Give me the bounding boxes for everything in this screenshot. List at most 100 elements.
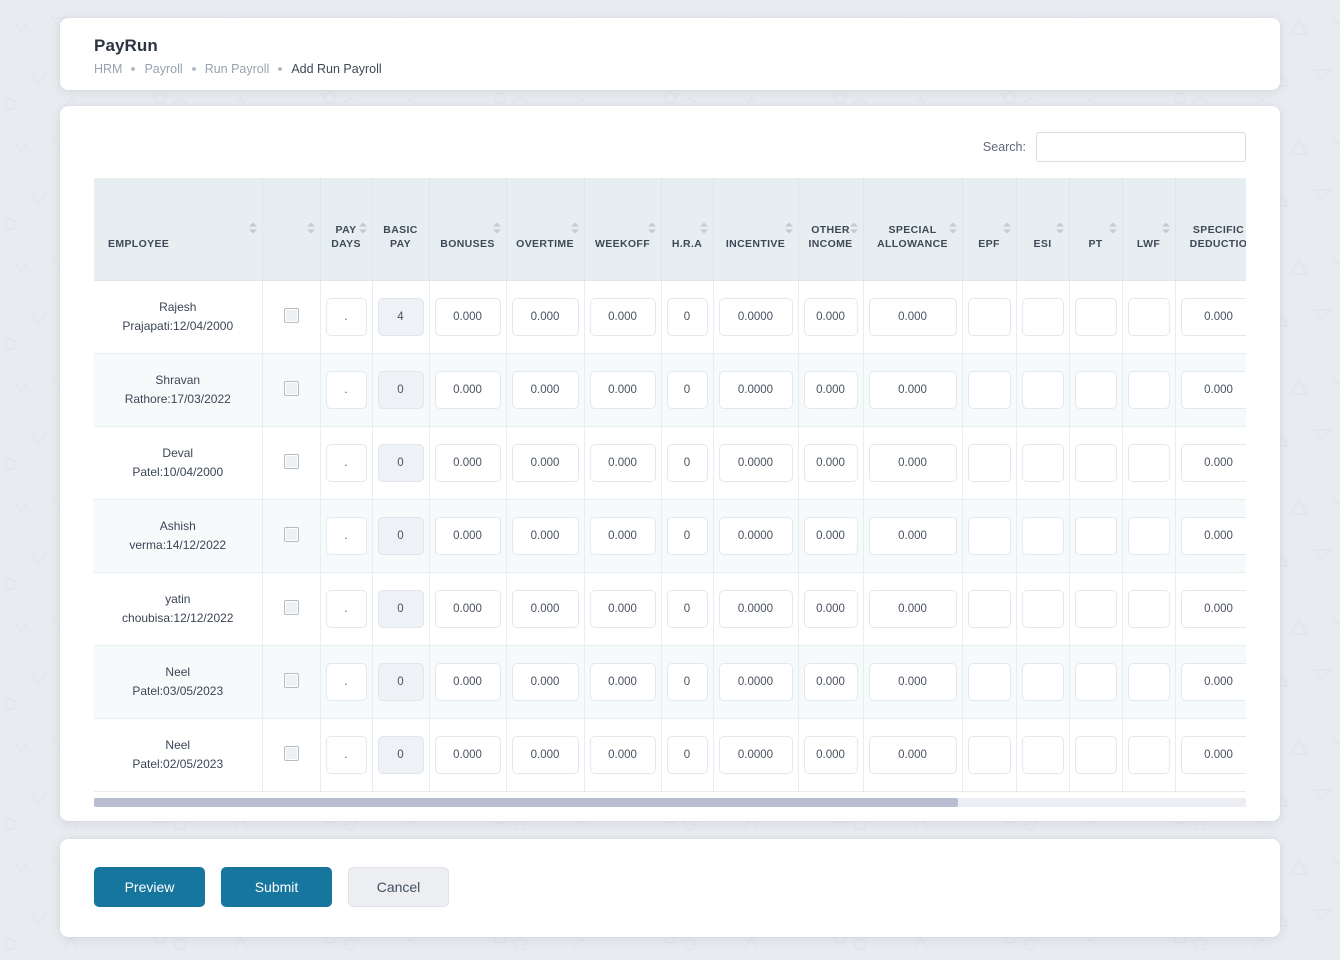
row-select-checkbox[interactable] [284, 746, 299, 761]
input-incentive[interactable] [719, 517, 793, 555]
sort-toggle-icon[interactable] [493, 222, 501, 235]
sort-toggle-icon[interactable] [700, 222, 708, 235]
column-header-lwf[interactable]: LWF [1122, 178, 1175, 280]
column-header-overtime[interactable]: OVERTIME [506, 178, 584, 280]
input-pt[interactable] [1075, 517, 1117, 555]
breadcrumb-item-run-payroll[interactable]: Run Payroll [205, 62, 270, 76]
input-overtime[interactable] [512, 517, 579, 555]
input-special_allowance[interactable] [869, 371, 957, 409]
input-other_income[interactable] [804, 736, 858, 774]
input-hra[interactable] [667, 590, 708, 628]
input-special_allowance[interactable] [869, 298, 957, 336]
input-basic_pay[interactable] [378, 590, 424, 628]
column-header-specific_deduction[interactable]: SPECIFICDEDUCTIO [1175, 178, 1246, 280]
input-specific_deduction[interactable] [1181, 444, 1247, 482]
cancel-button[interactable]: Cancel [348, 867, 449, 907]
input-hra[interactable] [667, 444, 708, 482]
column-header-employee[interactable]: EMPLOYEE [94, 178, 262, 280]
search-input[interactable] [1036, 132, 1246, 162]
input-incentive[interactable] [719, 590, 793, 628]
horizontal-scrollbar-thumb[interactable] [94, 798, 958, 807]
submit-button[interactable]: Submit [221, 867, 332, 907]
input-weekoff[interactable] [590, 517, 656, 555]
column-header-hra[interactable]: H.R.A [661, 178, 713, 280]
column-header-special_allowance[interactable]: SPECIALALLOWANCE [863, 178, 962, 280]
input-other_income[interactable] [804, 517, 858, 555]
input-esi[interactable] [1022, 517, 1064, 555]
input-special_allowance[interactable] [869, 663, 957, 701]
input-overtime[interactable] [512, 736, 579, 774]
input-epf[interactable] [968, 663, 1011, 701]
input-lwf[interactable] [1128, 590, 1170, 628]
sort-toggle-icon[interactable] [307, 222, 315, 235]
input-incentive[interactable] [719, 371, 793, 409]
preview-button[interactable]: Preview [94, 867, 205, 907]
sort-toggle-icon[interactable] [648, 222, 656, 235]
input-overtime[interactable] [512, 371, 579, 409]
input-epf[interactable] [968, 298, 1011, 336]
input-lwf[interactable] [1128, 371, 1170, 409]
input-incentive[interactable] [719, 298, 793, 336]
input-hra[interactable] [667, 663, 708, 701]
row-select-checkbox[interactable] [284, 527, 299, 542]
input-pay_days[interactable] [326, 371, 367, 409]
input-pt[interactable] [1075, 444, 1117, 482]
row-select-checkbox[interactable] [284, 600, 299, 615]
row-select-checkbox[interactable] [284, 381, 299, 396]
input-hra[interactable] [667, 736, 708, 774]
input-weekoff[interactable] [590, 663, 656, 701]
sort-toggle-icon[interactable] [1003, 222, 1011, 235]
input-esi[interactable] [1022, 444, 1064, 482]
input-bonuses[interactable] [435, 736, 501, 774]
column-header-pay_days[interactable]: PAYDAYS [320, 178, 372, 280]
input-special_allowance[interactable] [869, 736, 957, 774]
input-epf[interactable] [968, 444, 1011, 482]
sort-toggle-icon[interactable] [249, 222, 257, 235]
input-incentive[interactable] [719, 663, 793, 701]
input-lwf[interactable] [1128, 663, 1170, 701]
row-select-checkbox[interactable] [284, 673, 299, 688]
sort-toggle-icon[interactable] [785, 222, 793, 235]
input-esi[interactable] [1022, 736, 1064, 774]
input-incentive[interactable] [719, 736, 793, 774]
column-header-epf[interactable]: EPF [962, 178, 1016, 280]
input-hra[interactable] [667, 371, 708, 409]
input-epf[interactable] [968, 517, 1011, 555]
input-special_allowance[interactable] [869, 590, 957, 628]
input-pay_days[interactable] [326, 590, 367, 628]
input-lwf[interactable] [1128, 736, 1170, 774]
input-other_income[interactable] [804, 371, 858, 409]
column-header-select[interactable] [262, 178, 320, 280]
input-bonuses[interactable] [435, 663, 501, 701]
input-other_income[interactable] [804, 663, 858, 701]
input-pay_days[interactable] [326, 736, 367, 774]
input-pay_days[interactable] [326, 298, 367, 336]
sort-toggle-icon[interactable] [359, 222, 367, 235]
input-overtime[interactable] [512, 298, 579, 336]
column-header-bonuses[interactable]: BONUSES [429, 178, 506, 280]
input-overtime[interactable] [512, 663, 579, 701]
input-specific_deduction[interactable] [1181, 663, 1247, 701]
breadcrumb-item-hrm[interactable]: HRM [94, 62, 122, 76]
input-esi[interactable] [1022, 663, 1064, 701]
input-hra[interactable] [667, 517, 708, 555]
input-basic_pay[interactable] [378, 663, 424, 701]
input-bonuses[interactable] [435, 517, 501, 555]
sort-toggle-icon[interactable] [1162, 222, 1170, 235]
input-specific_deduction[interactable] [1181, 517, 1247, 555]
column-header-esi[interactable]: ESI [1016, 178, 1069, 280]
input-bonuses[interactable] [435, 590, 501, 628]
input-pay_days[interactable] [326, 444, 367, 482]
input-weekoff[interactable] [590, 444, 656, 482]
input-epf[interactable] [968, 371, 1011, 409]
input-esi[interactable] [1022, 298, 1064, 336]
input-other_income[interactable] [804, 298, 858, 336]
column-header-incentive[interactable]: INCENTIVE [713, 178, 798, 280]
input-lwf[interactable] [1128, 444, 1170, 482]
column-header-other_income[interactable]: OTHERINCOME [798, 178, 863, 280]
input-pt[interactable] [1075, 663, 1117, 701]
input-weekoff[interactable] [590, 590, 656, 628]
input-bonuses[interactable] [435, 298, 501, 336]
sort-toggle-icon[interactable] [571, 222, 579, 235]
input-epf[interactable] [968, 736, 1011, 774]
